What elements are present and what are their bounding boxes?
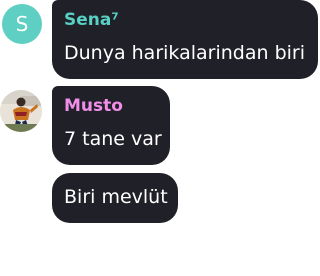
- sender-name-musto[interactable]: Musto: [64, 96, 123, 116]
- avatar-sena[interactable]: S: [2, 4, 42, 44]
- avatar-sena-letter: S: [15, 12, 29, 36]
- message-bubble-1[interactable]: Sena⁷ Dunya harikalarindan biri: [52, 0, 318, 79]
- sender-name-sena[interactable]: Sena⁷: [64, 10, 119, 30]
- avatar-musto[interactable]: [0, 90, 42, 132]
- message-text: Dunya harikalarindan biri: [64, 42, 305, 64]
- message-text: 7 tane var: [64, 128, 162, 150]
- message-bubble-3[interactable]: Biri mevlüt: [52, 173, 178, 223]
- message-text: Biri mevlüt: [64, 186, 168, 208]
- message-bubble-2[interactable]: Musto 7 tane var: [52, 86, 170, 165]
- profile-photo-icon: [0, 90, 42, 132]
